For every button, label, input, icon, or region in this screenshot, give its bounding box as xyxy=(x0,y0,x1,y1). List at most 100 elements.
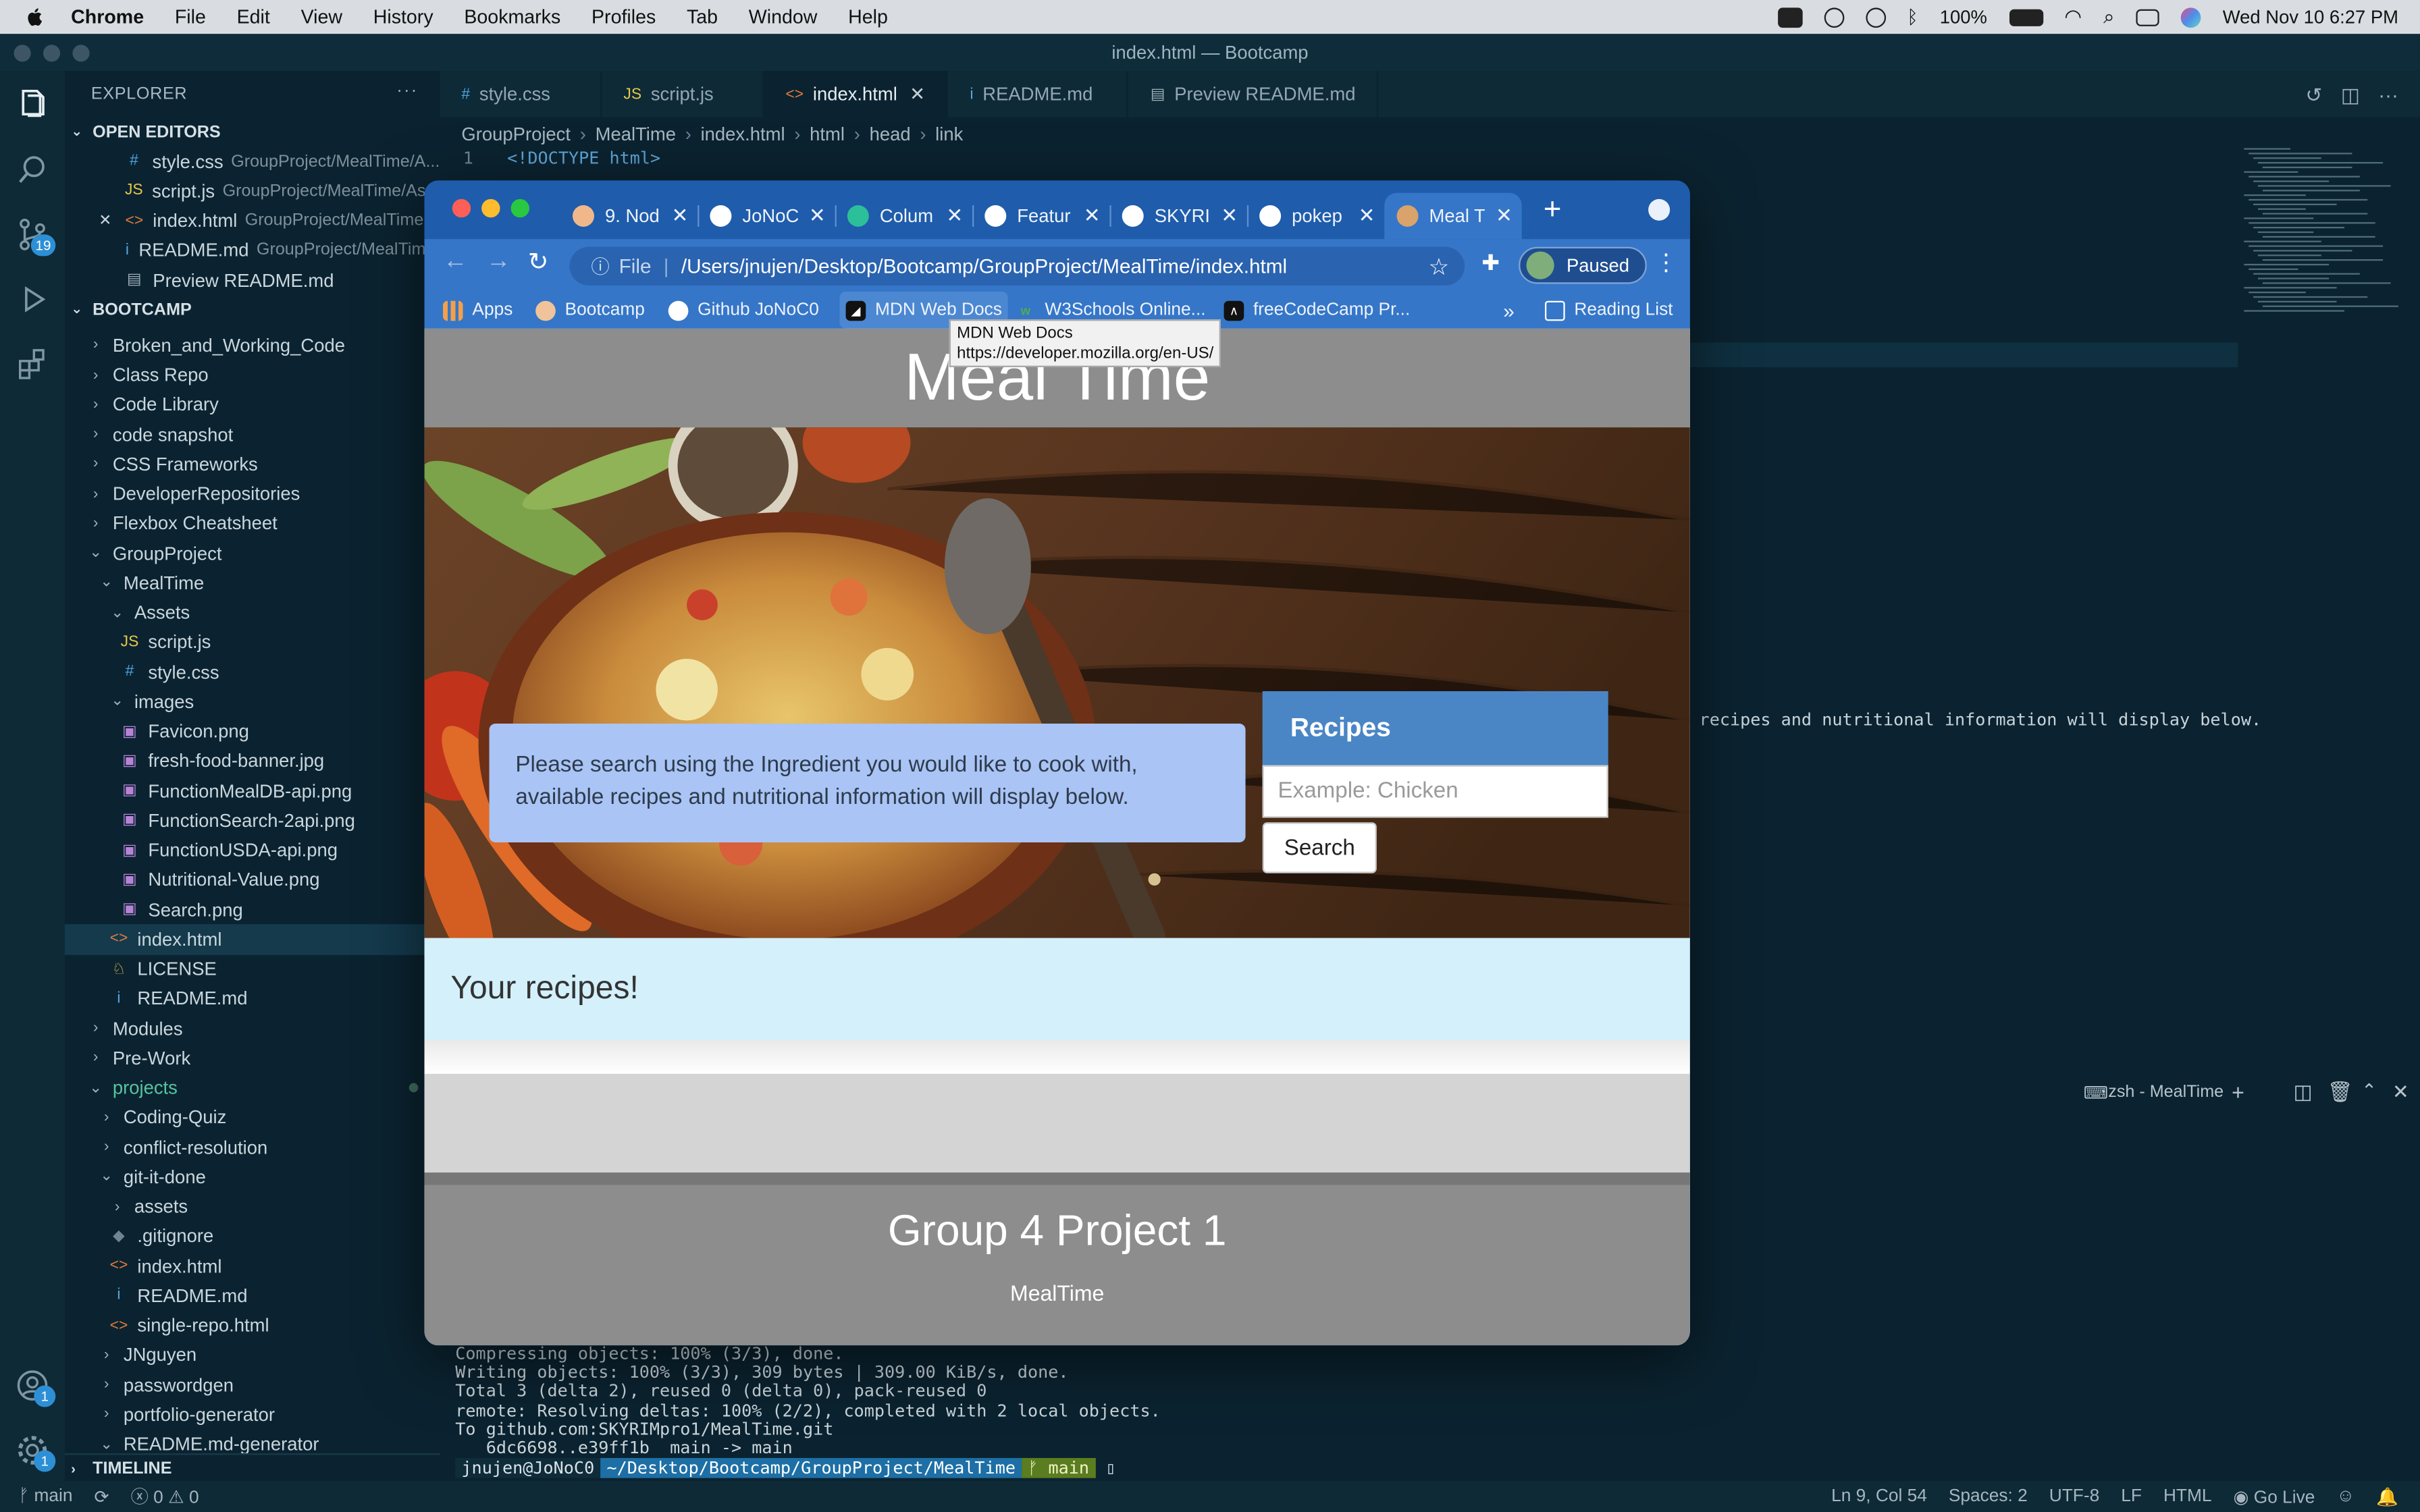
file-item[interactable]: i README.md xyxy=(65,1281,440,1311)
close-tab-icon[interactable]: ✕ xyxy=(1221,204,1238,229)
open-editor-item[interactable]: JS script.js GroupProject/MealTime/As... xyxy=(65,176,440,206)
run-debug-icon[interactable] xyxy=(14,281,51,318)
cursor-position[interactable]: Ln 9, Col 54 xyxy=(1831,1487,1927,1505)
folder-item[interactable]: › Modules xyxy=(65,1014,440,1044)
file-item[interactable]: JS script.js xyxy=(65,628,440,657)
breadcrumb-item[interactable]: html xyxy=(810,124,845,145)
folder-item[interactable]: › Broken_and_Working_Code xyxy=(65,331,440,360)
code-line-tail[interactable]: recipes and nutritional information will… xyxy=(1700,709,2262,730)
reload-icon[interactable]: ↻ xyxy=(528,247,549,278)
language-mode[interactable]: HTML xyxy=(2163,1487,2212,1505)
close-tab-icon[interactable]: ✕ xyxy=(671,204,688,229)
back-arrow-icon[interactable]: ← xyxy=(443,248,468,276)
kill-terminal-icon[interactable]: 🗑 xyxy=(2327,1080,2353,1105)
folder-item[interactable]: › passwordgen xyxy=(65,1370,440,1400)
notifications-bell-icon[interactable]: 🔔 xyxy=(2376,1486,2398,1507)
file-item[interactable]: <> index.html xyxy=(65,1251,440,1281)
vscode-close-dot[interactable] xyxy=(14,45,31,62)
new-terminal-icon[interactable]: + xyxy=(2232,1080,2244,1105)
breadcrumb-item[interactable]: head xyxy=(870,124,911,145)
branch-status[interactable]: ᚠ main xyxy=(18,1487,72,1505)
menubar-clock[interactable]: Wed Nov 10 6:27 PM xyxy=(2223,6,2398,28)
bookmark-star-icon[interactable]: ☆ xyxy=(1429,252,1450,280)
folder-item[interactable]: ⌄ images xyxy=(65,687,440,717)
close-tab-icon[interactable]: ✕ xyxy=(1359,204,1375,229)
menu-view[interactable]: View xyxy=(301,6,342,28)
chrome-zoom-dot[interactable] xyxy=(510,198,529,218)
folder-item[interactable]: › JNguyen xyxy=(65,1341,440,1370)
bookmarks-overflow-button[interactable]: » xyxy=(1503,292,1515,329)
open-editors-section[interactable]: ⌄ OPEN EDITORS xyxy=(65,117,440,146)
file-item[interactable]: ▣ Nutritional-Value.png xyxy=(65,865,440,895)
editor-tab[interactable]: <> index.html ✕ xyxy=(764,71,949,117)
file-item[interactable]: <> index.html xyxy=(64,924,440,954)
breadcrumb-item[interactable]: GroupProject xyxy=(461,124,571,145)
menu-history[interactable]: History xyxy=(373,6,433,28)
breadcrumb-item[interactable]: MealTime xyxy=(596,124,676,145)
menu-window[interactable]: Window xyxy=(749,6,818,28)
breadcrumb-item[interactable]: index.html xyxy=(701,124,785,145)
sync-icon[interactable]: ⟳ xyxy=(95,1486,109,1507)
folder-item[interactable]: › conflict-resolution xyxy=(65,1133,440,1162)
open-editor-item[interactable]: ▤ Preview README.md xyxy=(65,265,440,295)
close-tab-icon[interactable]: ✕ xyxy=(1496,204,1512,229)
folder-item[interactable]: › DeveloperRepositories xyxy=(65,479,440,509)
timeline-section[interactable]: › TIMELINE xyxy=(64,1453,440,1482)
file-item[interactable]: ▣ fresh-food-banner.jpg xyxy=(65,747,440,776)
file-item[interactable]: <> single-repo.html xyxy=(65,1311,440,1341)
browser-tab[interactable]: 9. Nod ✕ xyxy=(560,193,698,240)
maximize-panel-icon[interactable]: ⌃ xyxy=(2361,1080,2377,1102)
editor-tab[interactable]: JS script.js xyxy=(602,71,764,117)
editor-more-icon[interactable]: ··· xyxy=(2378,83,2398,108)
file-item[interactable]: i README.md xyxy=(65,984,440,1014)
folder-item[interactable]: › code snapshot xyxy=(65,420,440,450)
menu-profiles[interactable]: Profiles xyxy=(591,6,656,28)
file-item[interactable]: # style.css xyxy=(65,657,440,687)
bookmark-freecodecamp[interactable]: ∧ freeCodeCamp Pr... xyxy=(1224,292,1410,329)
file-item[interactable]: ▣ Search.png xyxy=(65,895,440,925)
tab-search-icon[interactable] xyxy=(1648,198,1671,221)
vscode-zoom-dot[interactable] xyxy=(72,45,90,62)
menu-bookmarks[interactable]: Bookmarks xyxy=(464,6,560,28)
folder-item[interactable]: ⌄ MealTime xyxy=(65,568,440,598)
wifi-icon[interactable]: ◠ xyxy=(2064,5,2082,30)
file-item[interactable]: ▣ FunctionUSDA-api.png xyxy=(65,836,440,865)
folder-item[interactable]: ⌄ Assets xyxy=(65,598,440,628)
close-tab-icon[interactable]: ✕ xyxy=(809,204,826,229)
open-editor-item[interactable]: i README.md GroupProject/MealTim... xyxy=(65,236,440,265)
bluetooth-icon[interactable]: ᛒ xyxy=(1907,6,1918,28)
menu-tab[interactable]: Tab xyxy=(687,6,718,28)
file-item[interactable]: ◆ .gitignore xyxy=(65,1222,440,1251)
terminal-prompt[interactable]: jnujen@JoNoC0 ~/Desktop/Bootcamp/GroupPro… xyxy=(455,1458,1160,1479)
eol-status[interactable]: LF xyxy=(2121,1487,2142,1505)
browser-tab[interactable]: Featur ✕ xyxy=(972,193,1109,240)
folder-item[interactable]: › CSS Frameworks xyxy=(65,450,440,479)
folder-item[interactable]: ⌄ projects xyxy=(65,1073,440,1103)
extensions-puzzle-icon[interactable]: ✚ xyxy=(1481,250,1500,276)
go-live-button[interactable]: ◉ Go Live xyxy=(2234,1486,2315,1507)
chrome-close-dot[interactable] xyxy=(452,198,471,218)
explorer-icon[interactable] xyxy=(14,86,51,124)
battery-icon[interactable] xyxy=(2008,8,2043,26)
file-item[interactable]: ▣ FunctionMealDB-api.png xyxy=(65,776,440,806)
play-icon[interactable] xyxy=(1823,7,1844,27)
menu-file[interactable]: File xyxy=(175,6,206,28)
settings-gear-icon[interactable]: 1 xyxy=(14,1432,56,1472)
browser-tab[interactable]: SKYRI ✕ xyxy=(1109,193,1246,240)
split-terminal-icon[interactable]: ◫ xyxy=(2294,1080,2313,1105)
address-bar[interactable]: ⓘ File | /Users/jnujen/Desktop/Bootcamp/… xyxy=(569,246,1465,286)
split-editor-icon[interactable]: ◫ xyxy=(2341,83,2360,108)
file-item[interactable]: ▣ Favicon.png xyxy=(65,717,440,747)
editor-tab[interactable]: # style.css xyxy=(440,71,602,117)
chrome-minimize-dot[interactable] xyxy=(481,198,500,218)
accounts-icon[interactable]: 1 xyxy=(14,1367,56,1407)
search-button[interactable]: Search xyxy=(1262,822,1377,873)
chrome-menu-icon[interactable]: ⋮ xyxy=(1654,248,1677,276)
editor-tab[interactable]: ▤ Preview README.md xyxy=(1129,71,1379,117)
breadcrumb-item[interactable]: link xyxy=(935,124,963,145)
more-actions-icon[interactable]: ··· xyxy=(396,82,418,100)
browser-tab[interactable]: JoNoC ✕ xyxy=(698,193,835,240)
indentation-status[interactable]: Spaces: 2 xyxy=(1949,1487,2028,1505)
file-item[interactable]: ▣ FunctionSearch-2api.png xyxy=(65,806,440,836)
terminal-selector[interactable]: zsh - MealTime xyxy=(2108,1083,2224,1102)
